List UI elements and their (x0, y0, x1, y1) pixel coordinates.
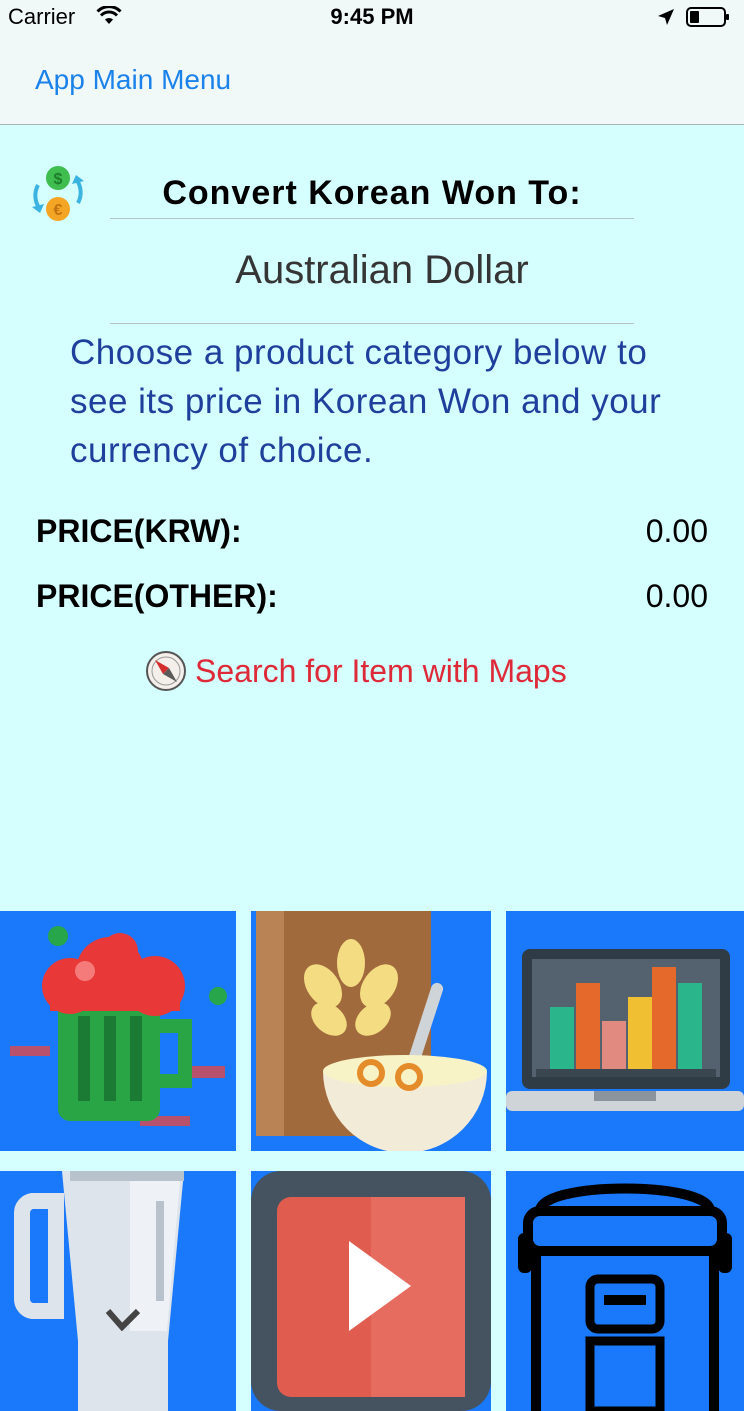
price-krw-label: PRICE(KRW): (36, 513, 242, 549)
location-arrow-icon (658, 9, 674, 25)
category-tile-drinks[interactable] (0, 911, 236, 1151)
svg-text:€: € (54, 202, 63, 219)
svg-text:$: $ (54, 171, 63, 188)
category-tile-groceries[interactable] (251, 911, 491, 1151)
beer-mug-icon (10, 926, 227, 1126)
divider (110, 218, 634, 219)
back-button[interactable]: App Main Menu (35, 64, 231, 96)
rice-cooker-icon (518, 1183, 732, 1411)
category-tile-electronics[interactable] (506, 911, 744, 1151)
category-tile-entertainment[interactable] (251, 1171, 491, 1411)
navigation-bar: App Main Menu (0, 36, 744, 125)
price-other-value: 0.00 (645, 578, 708, 614)
instructions-text: Choose a product category below to see i… (70, 333, 662, 470)
convert-heading: Convert Korean Won To: (162, 174, 582, 212)
compass-icon (146, 651, 186, 691)
search-maps-button[interactable]: Search for Item with Maps (145, 650, 567, 692)
currency-exchange-icon: $ € (32, 166, 84, 221)
price-krw-value: 0.00 (645, 513, 708, 549)
laptop-chart-icon (506, 949, 744, 1111)
category-tile-appliances[interactable] (0, 1171, 236, 1411)
cereal-bowl-icon (256, 911, 487, 1151)
video-play-icon (251, 1171, 491, 1411)
price-other-label: PRICE(OTHER): (36, 578, 278, 614)
status-bar: Carrier 9:45 PM (0, 0, 744, 36)
search-maps-label: Search for Item with Maps (195, 652, 567, 689)
divider (110, 323, 634, 324)
blender-icon (14, 1171, 184, 1411)
category-tile-kitchen[interactable] (506, 1171, 744, 1411)
battery-icon (686, 7, 729, 27)
clock: 9:45 PM (330, 4, 414, 29)
currency-picker[interactable]: Australian Dollar (110, 248, 654, 293)
